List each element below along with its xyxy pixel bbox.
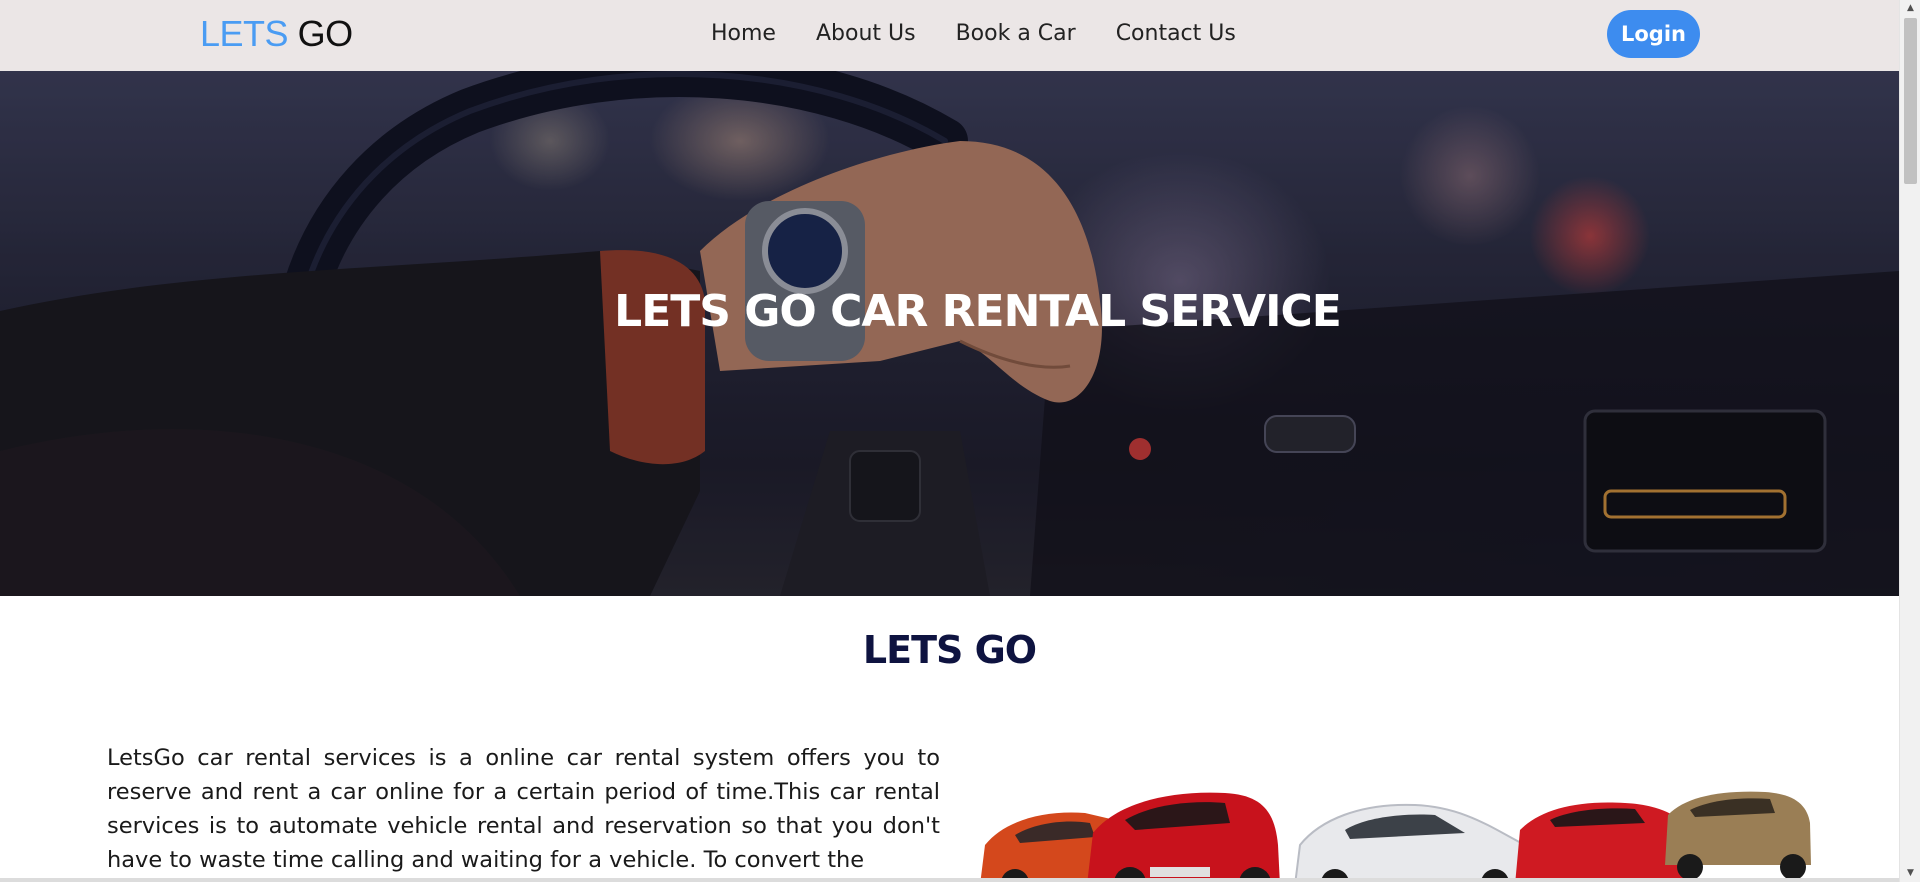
nav-link-home[interactable]: Home [711, 21, 776, 46]
about-description: LetsGo car rental services is a online c… [107, 745, 940, 873]
vertical-scrollbar[interactable]: ▲ ▼ [1899, 0, 1920, 882]
brand-part-go: GO [297, 13, 354, 54]
scrollbar-thumb[interactable] [1904, 18, 1917, 184]
brand-logo[interactable]: LETS GO [200, 13, 353, 55]
nav-links: Home About Us Book a Car Contact Us [711, 21, 1276, 46]
hero-title: LETS GO CAR RENTAL SERVICE [614, 286, 1342, 337]
nav-link-about-us[interactable]: About Us [816, 21, 916, 46]
page: LETS GO Home About Us Book a Car Contact… [0, 0, 1899, 882]
horizontal-scrollbar[interactable] [0, 878, 1899, 882]
about-section-title: LETS GO [862, 628, 1037, 672]
nav-link-contact-us[interactable]: Contact Us [1116, 21, 1236, 46]
brand-part-lets: LETS [200, 13, 289, 54]
scroll-up-arrow-icon[interactable]: ▲ [1900, 0, 1920, 17]
car-lineup-image [980, 791, 1811, 882]
hero-banner: LETS GO CAR RENTAL SERVICE [0, 71, 1899, 596]
login-button[interactable]: Login [1607, 10, 1700, 58]
navbar: LETS GO Home About Us Book a Car Contact… [0, 0, 1899, 71]
scroll-down-arrow-icon[interactable]: ▼ [1900, 865, 1920, 882]
nav-link-book-a-car[interactable]: Book a Car [956, 21, 1076, 46]
